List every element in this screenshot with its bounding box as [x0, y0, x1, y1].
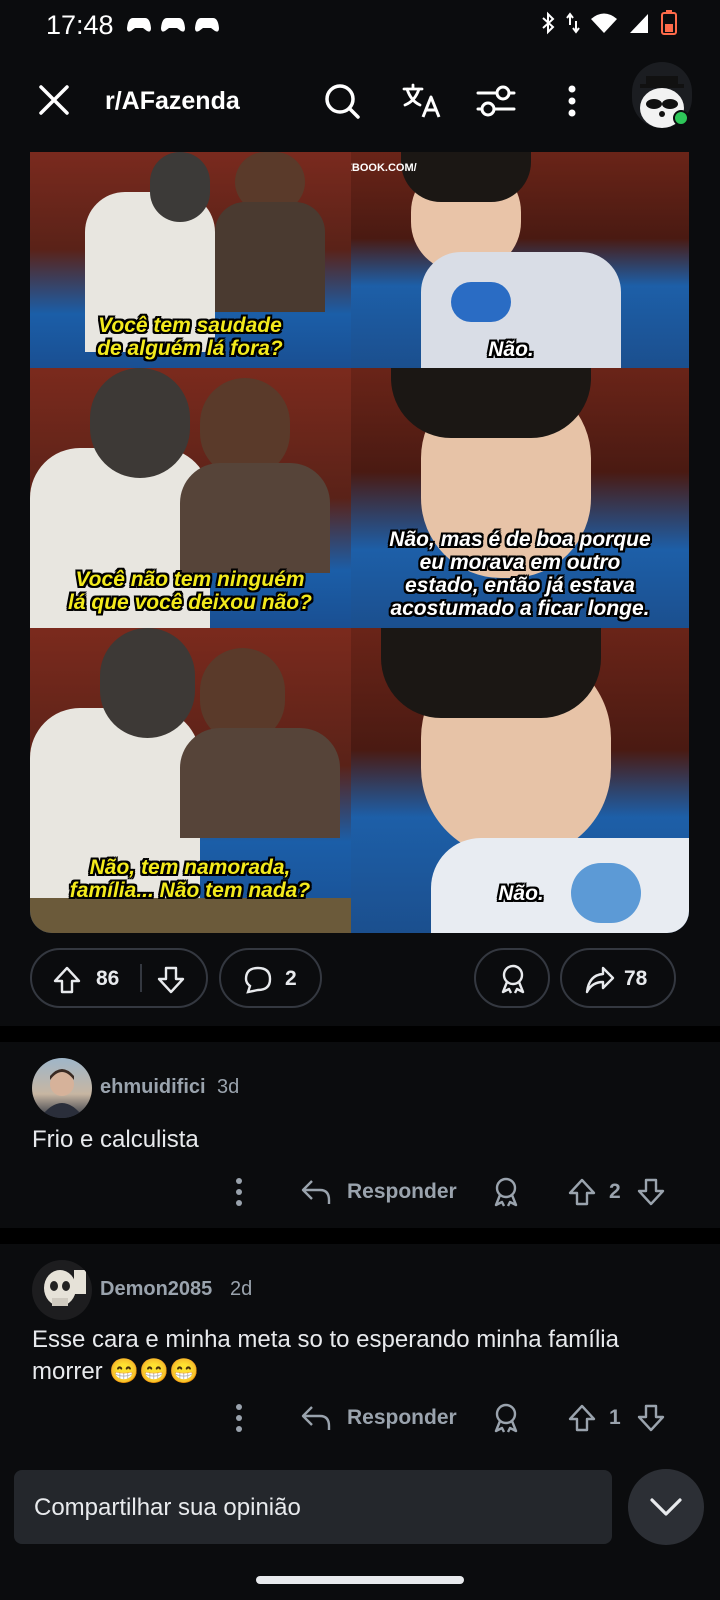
user-avatar-photo [40, 1069, 84, 1118]
award-icon[interactable] [491, 1402, 521, 1434]
image-panel: Não, mas é de boa porque eu morava em ou… [351, 368, 689, 628]
more-vertical-icon[interactable] [234, 1177, 244, 1207]
downvote-icon[interactable] [636, 1177, 666, 1207]
upvote-icon[interactable] [567, 1403, 597, 1433]
avatar[interactable] [32, 1058, 92, 1118]
image-panel: Não. WWW.FACEBOOK.COM/ [351, 152, 689, 368]
downvote-icon[interactable] [156, 965, 186, 995]
data-arrows-icon [566, 12, 580, 34]
downvote-icon[interactable] [636, 1403, 666, 1433]
panel-caption: Não. [498, 882, 544, 905]
signal-icon [630, 14, 648, 33]
comment-vote-count: 2 [609, 1180, 621, 1203]
share-button[interactable]: 78 [560, 948, 676, 1008]
reply-button[interactable]: Responder [347, 1180, 457, 1204]
vote-count: 86 [96, 967, 120, 990]
comment-body: Esse cara e minha meta so to esperando m… [32, 1326, 619, 1385]
wifi-icon [591, 13, 617, 33]
comment-icon [244, 966, 272, 994]
panel-caption: Você não tem ninguém lá que você deixou … [68, 568, 312, 614]
comment-vote-count: 1 [609, 1406, 621, 1429]
translate-button[interactable] [398, 77, 446, 125]
post-image[interactable]: Você tem saudade de alguém lá fora? Não.… [30, 152, 689, 933]
filter-icon [476, 85, 516, 117]
upvote-icon[interactable] [52, 965, 82, 995]
app-bar: r/AFazenda [0, 60, 720, 142]
comment-username[interactable]: Demon2085 [100, 1278, 212, 1301]
status-bar: 17:48 [0, 0, 720, 50]
vote-pill: 86 [30, 948, 208, 1008]
comment-body: Frio e calculista [32, 1126, 199, 1153]
reply-button[interactable]: Responder [347, 1406, 457, 1430]
filter-button[interactable] [472, 77, 520, 125]
comment: Demon2085 2d Esse cara e minha meta so t… [0, 1244, 720, 1454]
search-button[interactable] [318, 77, 366, 125]
home-indicator[interactable] [256, 1576, 464, 1584]
close-button[interactable] [32, 78, 76, 122]
more-vertical-icon[interactable] [234, 1403, 244, 1433]
status-icons [540, 10, 678, 36]
image-panel: Você não tem ninguém lá que você deixou … [30, 368, 351, 628]
comment-count: 2 [285, 967, 297, 990]
close-icon [39, 85, 69, 115]
share-icon [585, 966, 615, 994]
panel-caption: Não. [488, 338, 534, 361]
image-panel: Não, tem namorada, família... Não tem na… [30, 628, 351, 933]
online-status-dot [673, 110, 689, 126]
chevron-down-icon [650, 1498, 682, 1516]
collapse-button[interactable] [628, 1469, 704, 1545]
vote-divider [140, 964, 142, 992]
composer-placeholder: Compartilhar sua opinião [34, 1494, 301, 1521]
comment-actions: Responder 2 [0, 1172, 720, 1212]
section-separator [0, 1228, 720, 1244]
avatar[interactable] [32, 1260, 92, 1320]
comments-button[interactable]: 2 [219, 948, 322, 1008]
status-time: 17:48 [46, 10, 114, 40]
more-options-button[interactable] [548, 77, 596, 125]
comment: ehmuidifici 3d Frio e calculista Respond… [0, 1042, 720, 1228]
award-icon [501, 964, 525, 994]
search-icon [325, 84, 360, 119]
award-button[interactable] [474, 948, 550, 1008]
reply-icon[interactable] [300, 1178, 332, 1206]
comment-age: 2d [230, 1278, 253, 1300]
image-panel: Não. [351, 628, 689, 933]
comment-username[interactable]: ehmuidifici [100, 1076, 206, 1099]
more-vertical-icon [568, 85, 576, 117]
post-actions: 86 2 78 [30, 948, 690, 1008]
panel-caption: Não, mas é de boa porque eu morava em ou… [389, 528, 651, 620]
comment-age: 3d [217, 1076, 240, 1098]
skull-avatar-icon [44, 1270, 86, 1306]
battery-icon [661, 10, 677, 35]
image-watermark: WWW.FACEBOOK.COM/ [351, 162, 417, 174]
reply-icon[interactable] [300, 1404, 332, 1432]
image-panel: Você tem saudade de alguém lá fora? [30, 152, 351, 368]
upvote-icon[interactable] [567, 1177, 597, 1207]
game-controller-icon [127, 18, 219, 32]
award-icon[interactable] [491, 1176, 521, 1208]
translate-icon [402, 83, 441, 118]
bluetooth-icon [542, 11, 555, 35]
section-separator [0, 1026, 720, 1042]
panel-caption: Não, tem namorada, família... Não tem na… [69, 856, 311, 902]
comment-composer[interactable]: Compartilhar sua opinião [14, 1470, 612, 1544]
comment-actions: Responder 1 [0, 1398, 720, 1438]
share-count: 78 [624, 967, 648, 990]
subreddit-name[interactable]: r/AFazenda [105, 87, 240, 116]
panel-caption: Você tem saudade de alguém lá fora? [97, 314, 283, 360]
